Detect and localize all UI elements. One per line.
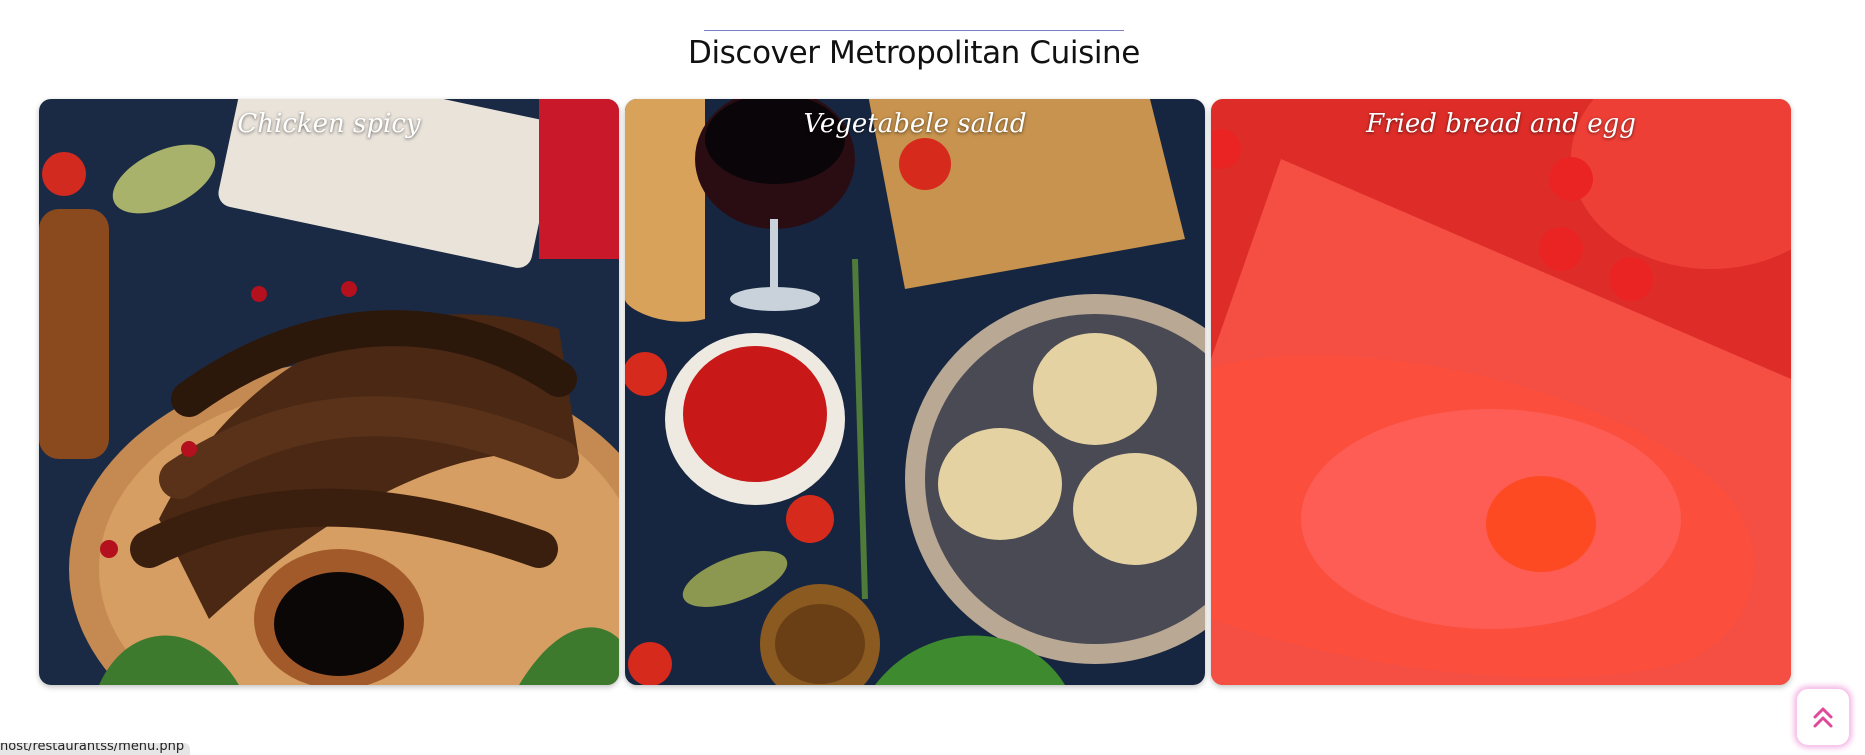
scroll-to-top-button[interactable] (1796, 688, 1850, 746)
dish-image-chicken-spicy (39, 99, 619, 685)
hover-overlay (1211, 99, 1791, 685)
section-header: Discover Metropolitan Cuisine (0, 30, 1828, 71)
dish-caption: Vegetabele salad (803, 109, 1027, 139)
dish-card-fried-bread-egg[interactable]: Fried bread and egg (1211, 99, 1791, 685)
dish-card-vegetable-salad[interactable]: Vegetabele salad (625, 99, 1205, 685)
section-title: Discover Metropolitan Cuisine (688, 35, 1140, 71)
double-chevron-up-icon (1813, 707, 1833, 728)
dish-caption: Fried bread and egg (1366, 109, 1636, 139)
dish-image-vegetable-salad (625, 99, 1205, 685)
dish-card-chicken-spicy[interactable]: Chicken spicy (39, 99, 619, 685)
dish-caption: Chicken spicy (237, 109, 421, 139)
link-preview-status: host/restaurantss/menu.php (0, 743, 191, 755)
